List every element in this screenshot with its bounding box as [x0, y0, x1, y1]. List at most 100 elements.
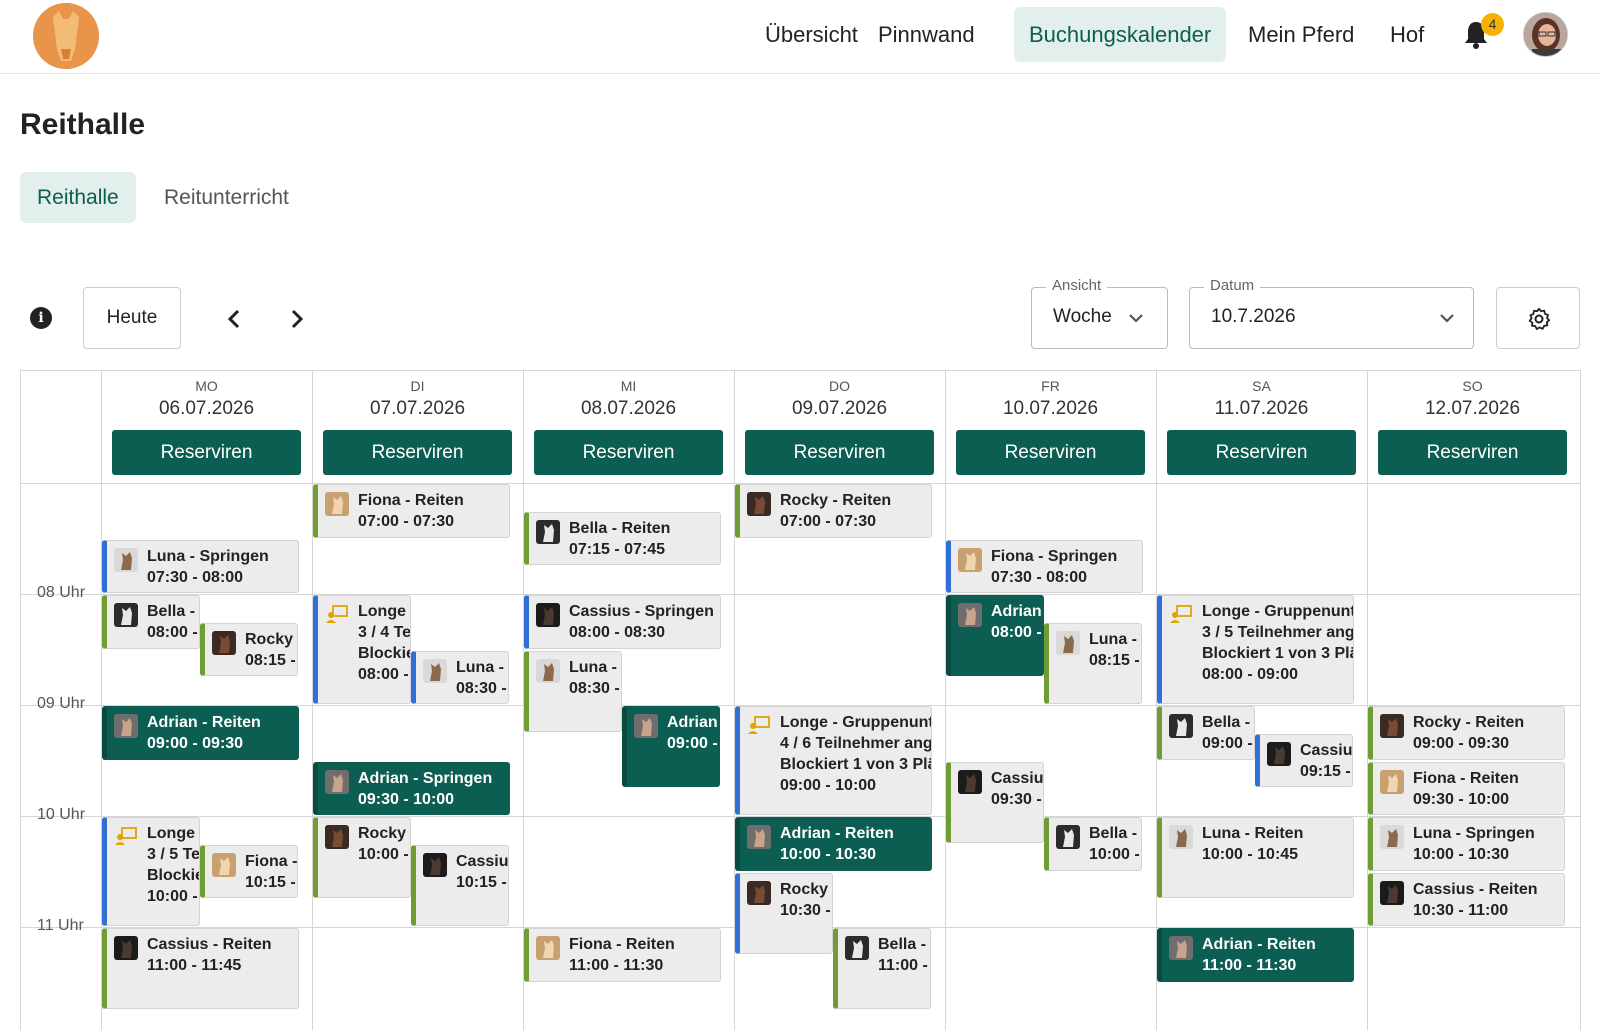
group-lesson-icon [326, 605, 348, 623]
booking-event[interactable]: Bella - I 09:00 - [1157, 706, 1255, 760]
booking-event[interactable]: Rocky - Reiten 09:00 - 09:30 [1368, 706, 1565, 760]
booking-event[interactable]: Luna - Reiten 10:00 - 10:45 [1157, 817, 1354, 899]
horse-avatar [1056, 825, 1080, 849]
nav-buchungskalender[interactable]: Buchungskalender [1014, 7, 1227, 62]
booking-event[interactable]: Adrian - Reiten 09:00 - 09:30 [102, 706, 299, 760]
booking-event[interactable]: Longe - 3 / 5 Te Blockie 10:00 - [102, 817, 200, 926]
horse-avatar [1380, 825, 1404, 849]
reserve-button[interactable]: Reserviren [1378, 430, 1567, 475]
booking-line1: Bella - I [147, 603, 200, 620]
booking-event[interactable]: Rocky - 08:15 - [200, 622, 298, 677]
nav-mein-pferd[interactable]: Mein Pferd [1233, 7, 1369, 62]
reserve-button[interactable]: Reserviren [323, 430, 512, 475]
booking-event[interactable]: Cassius 09:15 - [1255, 733, 1353, 788]
tab-reithalle[interactable]: Reithalle [20, 172, 136, 223]
nav-uebersicht[interactable]: Übersicht [750, 7, 873, 62]
booking-event[interactable]: Fiona - 10:15 - [200, 844, 298, 899]
booking-line2: 07:00 - 07:30 [358, 513, 455, 530]
booking-text: Bella - 10:00 - [1089, 823, 1140, 865]
booking-event[interactable]: Cassius 10:15 - [411, 844, 509, 926]
horse-avatar [325, 769, 349, 794]
horse-avatar [114, 714, 138, 738]
booking-line3: Blockie [358, 645, 411, 662]
day-name: MO [195, 378, 218, 394]
today-button[interactable]: Heute [83, 287, 181, 349]
view-select[interactable]: Ansicht Woche [1031, 277, 1168, 349]
booking-event[interactable]: Adrian 09:00 - [622, 706, 720, 788]
booking-event[interactable]: Fiona - Reiten 07:00 - 07:30 [313, 484, 510, 538]
booking-text: Cassius 09:15 - [1300, 740, 1352, 782]
horse-avatar [634, 714, 658, 738]
booking-event[interactable]: Fiona - Reiten 09:30 - 10:00 [1368, 761, 1565, 815]
horse-avatar [1267, 741, 1291, 766]
booking-event[interactable]: Longe - 3 / 4 Te Blockie 08:00 - [313, 595, 411, 704]
booking-text: Adrian 09:00 - [667, 712, 718, 754]
booking-line2: 10:30 - 11:00 [1413, 901, 1509, 919]
booking-text: Rocky - 10:00 - [358, 823, 410, 865]
booking-event[interactable]: Luna - : 08:30 - [411, 650, 509, 704]
nav-pinnwand[interactable]: Pinnwand [863, 7, 990, 62]
booking-event[interactable]: Luna - I 08:30 - [524, 650, 622, 732]
booking-event[interactable]: Luna - 08:15 - [1044, 622, 1142, 704]
booking-event[interactable]: Cassius - Springen 08:00 - 08:30 [524, 595, 721, 649]
booking-line1: Adrian - Reiten [1202, 936, 1316, 953]
day-header: FR 10.07.2026 [945, 371, 1156, 420]
booking-line1: Cassius - Reiten [147, 936, 272, 953]
booking-event[interactable]: Bella - Reiten 07:15 - 07:45 [524, 511, 721, 566]
booking-event[interactable]: Cassius 09:30 - [946, 761, 1044, 843]
page-title: Reithalle [20, 108, 146, 141]
booking-event[interactable]: Cassius - Reiten 10:30 - 11:00 [1368, 872, 1565, 926]
booking-line1: Bella - I [878, 936, 931, 953]
booking-event[interactable]: Adrian - Reiten 11:00 - 11:30 [1157, 928, 1354, 982]
booking-event[interactable]: Fiona - Springen 07:30 - 08:00 [946, 539, 1143, 593]
user-avatar[interactable] [1523, 12, 1568, 57]
booking-event[interactable]: Fiona - Reiten 11:00 - 11:30 [524, 928, 721, 982]
booking-event[interactable]: Longe - Gruppenunt 4 / 6 Teilnehmer ang Bl… [735, 706, 932, 815]
day-header: SA 11.07.2026 [1156, 371, 1367, 420]
horse-avatar [958, 769, 982, 794]
horse-avatar [423, 658, 447, 683]
chevron-right-icon[interactable] [287, 308, 307, 330]
booking-event[interactable]: Adrian - Reiten 10:00 - 10:30 [735, 817, 932, 871]
horse-avatar [747, 492, 771, 516]
booking-event[interactable]: Luna - Springen 10:00 - 10:30 [1368, 817, 1565, 871]
settings-button[interactable] [1496, 287, 1580, 349]
booking-text: Longe - Gruppenunt 4 / 6 Teilnehmer ang Bl… [780, 712, 931, 796]
booking-line1: Cassius - Reiten [1413, 880, 1538, 898]
booking-line2: 08:00 - [991, 624, 1042, 641]
booking-line2: 07:30 - 08:00 [147, 568, 244, 586]
booking-line2: 10:00 - [1089, 846, 1140, 863]
nav-hof[interactable]: Hof [1375, 7, 1439, 62]
booking-line1: Luna - [1089, 630, 1137, 648]
booking-event[interactable]: Bella - I 11:00 - [833, 928, 931, 1010]
booking-event[interactable]: Luna - Springen 07:30 - 08:00 [102, 539, 299, 593]
reserve-button[interactable]: Reserviren [745, 430, 934, 475]
booking-line2: 09:30 - [991, 790, 1042, 808]
info-icon[interactable]: i [30, 307, 52, 329]
booking-line2: 09:00 - 09:30 [1413, 735, 1510, 752]
booking-line1: Luna - Reiten [1202, 825, 1304, 842]
tab-reitunterricht[interactable]: Reitunterricht [147, 172, 306, 223]
chevron-left-icon[interactable] [224, 308, 244, 330]
booking-event[interactable]: Bella - 10:00 - [1044, 817, 1142, 871]
date-picker[interactable]: Datum 10.7.2026 [1189, 277, 1474, 349]
gear-icon [1528, 307, 1551, 330]
booking-line2: 09:00 - 09:30 [147, 735, 244, 752]
reserve-button[interactable]: Reserviren [112, 430, 301, 475]
reserve-button[interactable]: Reserviren [956, 430, 1145, 475]
booking-event[interactable]: Rocky - Reiten 07:00 - 07:30 [735, 484, 932, 538]
horse-avatar [1169, 714, 1193, 738]
booking-event[interactable]: Rocky - 10:30 - [735, 872, 833, 954]
booking-text: Luna - 08:15 - [1089, 629, 1140, 671]
reserve-button[interactable]: Reserviren [534, 430, 723, 475]
booking-event[interactable]: Bella - I 08:00 - [102, 595, 200, 649]
horse-avatar [958, 603, 982, 627]
booking-event[interactable]: Adrian - Springen 09:30 - 10:00 [313, 761, 510, 815]
week-calendar: 08 Uhr 09 Uhr 10 Uhr 11 Uhr MO 06.07.2026 Rese… [20, 370, 1581, 1030]
booking-event[interactable]: Cassius - Reiten 11:00 - 11:45 [102, 928, 299, 1010]
booking-event[interactable]: Adrian 08:00 - [946, 595, 1044, 677]
reserve-button[interactable]: Reserviren [1167, 430, 1356, 475]
booking-event[interactable]: Rocky - 10:00 - [313, 817, 411, 899]
booking-event[interactable]: Longe - Gruppenunt 3 / 5 Teilnehmer ang Bl… [1157, 595, 1354, 704]
logo-horse-icon[interactable] [33, 3, 99, 69]
